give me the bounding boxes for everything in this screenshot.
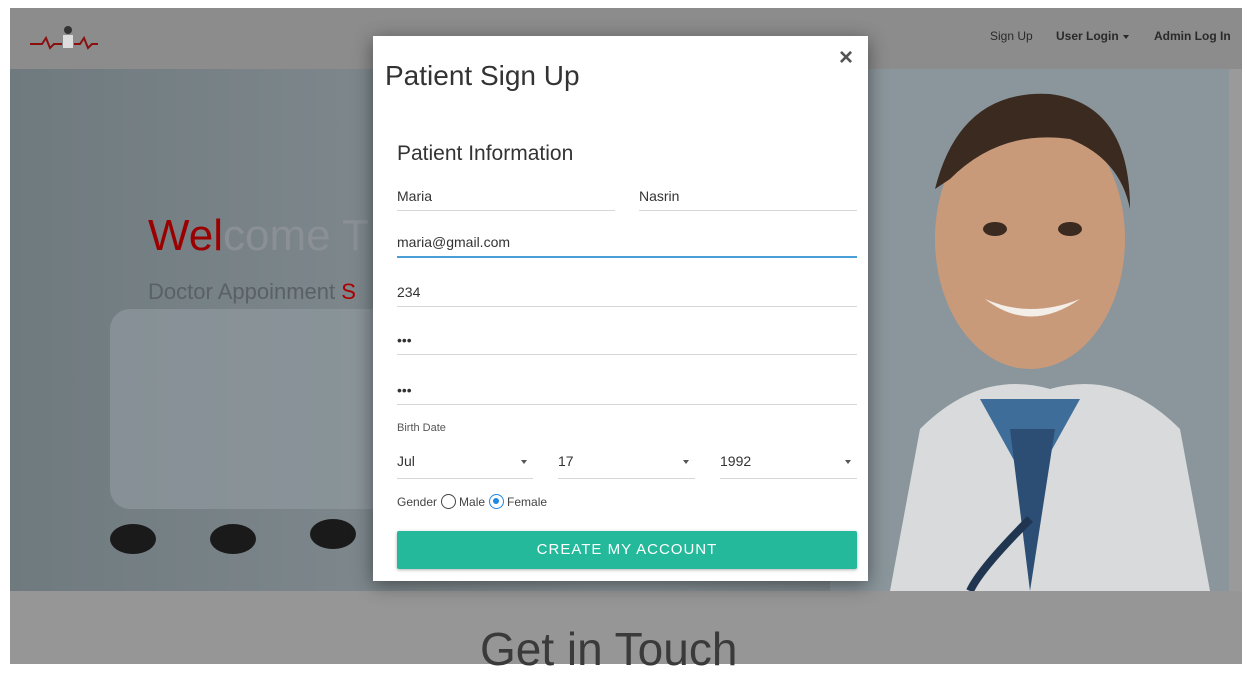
confirm-password-field[interactable] [397,376,857,405]
gender-group: Gender Male Female [397,494,547,509]
birth-year-select[interactable]: 1992 [720,448,857,479]
birth-date-label: Birth Date [397,422,446,434]
caret-down-icon [1122,34,1129,39]
doctor-photo [830,69,1229,591]
section-heading: Patient Information [397,142,574,165]
hero-decor-dot [310,519,356,549]
close-icon[interactable]: × [839,44,853,72]
chevron-down-icon [521,460,527,464]
chevron-down-icon [845,460,851,464]
hero-decor-dot [210,524,256,554]
first-name-field[interactable] [397,182,615,211]
email-field[interactable] [397,228,857,258]
male-label[interactable]: Male [459,495,485,509]
female-label[interactable]: Female [507,495,547,509]
logo-icon[interactable] [26,20,100,56]
hero-subtitle-red: S [341,279,356,304]
phone-field[interactable] [397,278,857,307]
hero-decor-dot [110,524,156,554]
hero-title-red: Wel [148,211,223,260]
last-name-field[interactable] [639,182,857,211]
nav-signup-link[interactable]: Sign Up [990,29,1033,43]
hero-title-rest: come T [222,211,369,260]
nav-user-login-dropdown[interactable]: User Login [1056,29,1129,43]
user-login-label: User Login [1056,29,1119,43]
signup-modal: Patient Sign Up × Patient Information Bi… [373,36,868,581]
birth-year-value: 1992 [720,453,752,469]
get-in-touch-heading: Get in Touch [480,623,738,675]
hero-subtitle: Doctor Appoinment S [148,279,356,305]
gender-label: Gender [397,494,438,509]
password-field[interactable] [397,326,857,355]
birth-month-select[interactable]: Jul [397,448,533,479]
hero-title: Welcome T [148,211,369,261]
nav-admin-login-link[interactable]: Admin Log In [1154,29,1231,43]
chevron-down-icon [683,460,689,464]
female-radio[interactable] [489,494,505,509]
birth-month-value: Jul [397,453,415,469]
modal-title: Patient Sign Up [385,60,580,91]
birth-day-select[interactable]: 17 [558,448,695,479]
birth-day-value: 17 [558,453,574,469]
create-account-button[interactable]: CREATE MY ACCOUNT [397,531,857,569]
hero-subtitle-text: Doctor Appoinment [148,279,342,304]
male-radio[interactable] [441,494,457,509]
